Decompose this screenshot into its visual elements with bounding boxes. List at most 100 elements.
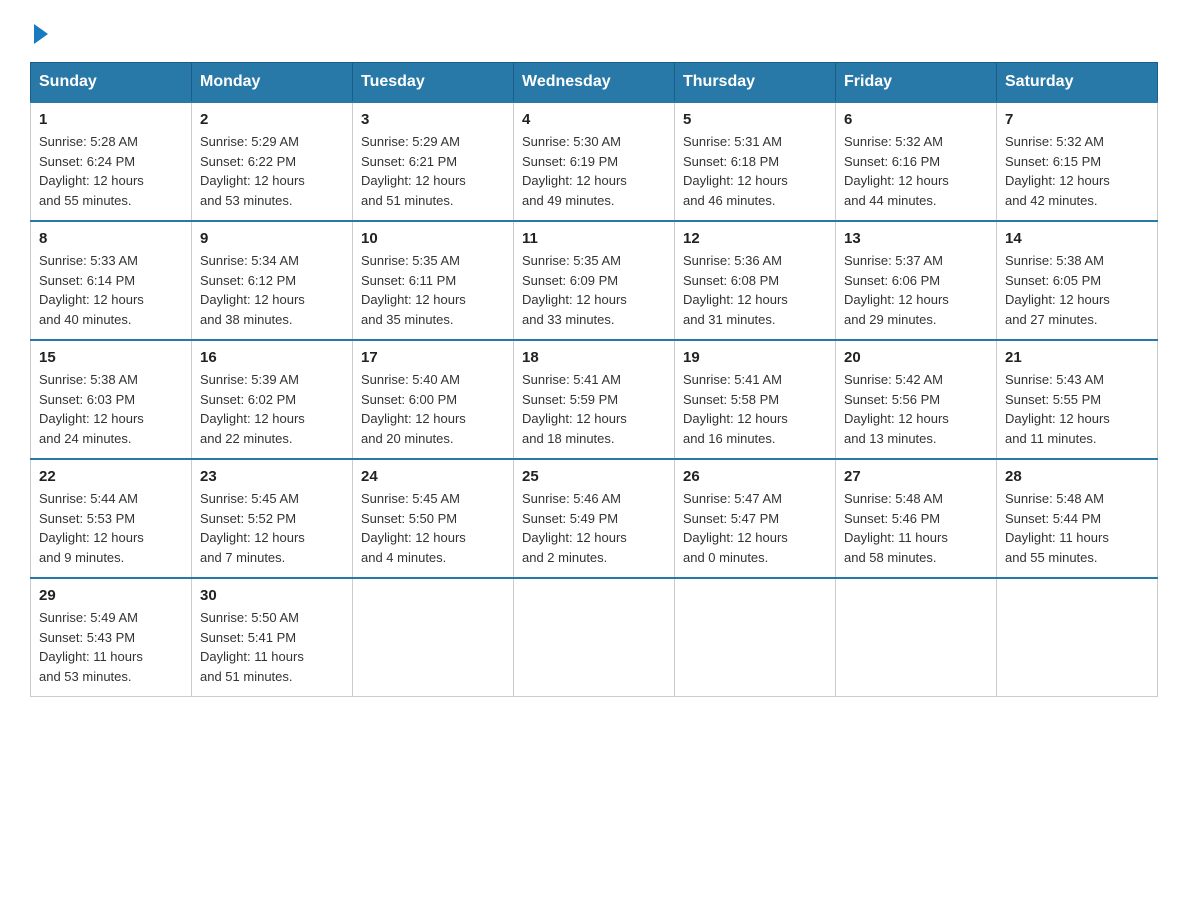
day-number: 29 [39, 587, 183, 604]
column-header-wednesday: Wednesday [514, 63, 675, 103]
day-cell-28: 28 Sunrise: 5:48 AMSunset: 5:44 PMDaylig… [997, 459, 1158, 578]
day-info: Sunrise: 5:41 AMSunset: 5:58 PMDaylight:… [683, 370, 827, 448]
day-cell-5: 5 Sunrise: 5:31 AMSunset: 6:18 PMDayligh… [675, 102, 836, 221]
day-info: Sunrise: 5:32 AMSunset: 6:16 PMDaylight:… [844, 132, 988, 210]
column-header-friday: Friday [836, 63, 997, 103]
day-number: 5 [683, 111, 827, 128]
day-cell-4: 4 Sunrise: 5:30 AMSunset: 6:19 PMDayligh… [514, 102, 675, 221]
day-cell-15: 15 Sunrise: 5:38 AMSunset: 6:03 PMDaylig… [31, 340, 192, 459]
day-cell-6: 6 Sunrise: 5:32 AMSunset: 6:16 PMDayligh… [836, 102, 997, 221]
day-number: 24 [361, 468, 505, 485]
day-info: Sunrise: 5:49 AMSunset: 5:43 PMDaylight:… [39, 608, 183, 686]
day-info: Sunrise: 5:42 AMSunset: 5:56 PMDaylight:… [844, 370, 988, 448]
empty-cell [997, 578, 1158, 697]
logo [30, 20, 48, 44]
day-info: Sunrise: 5:28 AMSunset: 6:24 PMDaylight:… [39, 132, 183, 210]
day-cell-3: 3 Sunrise: 5:29 AMSunset: 6:21 PMDayligh… [353, 102, 514, 221]
day-number: 25 [522, 468, 666, 485]
day-cell-1: 1 Sunrise: 5:28 AMSunset: 6:24 PMDayligh… [31, 102, 192, 221]
day-cell-10: 10 Sunrise: 5:35 AMSunset: 6:11 PMDaylig… [353, 221, 514, 340]
day-cell-2: 2 Sunrise: 5:29 AMSunset: 6:22 PMDayligh… [192, 102, 353, 221]
day-number: 17 [361, 349, 505, 366]
day-cell-7: 7 Sunrise: 5:32 AMSunset: 6:15 PMDayligh… [997, 102, 1158, 221]
day-info: Sunrise: 5:40 AMSunset: 6:00 PMDaylight:… [361, 370, 505, 448]
day-cell-9: 9 Sunrise: 5:34 AMSunset: 6:12 PMDayligh… [192, 221, 353, 340]
day-info: Sunrise: 5:43 AMSunset: 5:55 PMDaylight:… [1005, 370, 1149, 448]
day-info: Sunrise: 5:34 AMSunset: 6:12 PMDaylight:… [200, 251, 344, 329]
day-cell-23: 23 Sunrise: 5:45 AMSunset: 5:52 PMDaylig… [192, 459, 353, 578]
column-header-thursday: Thursday [675, 63, 836, 103]
day-number: 7 [1005, 111, 1149, 128]
day-number: 11 [522, 230, 666, 247]
calendar-table: SundayMondayTuesdayWednesdayThursdayFrid… [30, 62, 1158, 697]
day-number: 20 [844, 349, 988, 366]
day-cell-21: 21 Sunrise: 5:43 AMSunset: 5:55 PMDaylig… [997, 340, 1158, 459]
day-cell-25: 25 Sunrise: 5:46 AMSunset: 5:49 PMDaylig… [514, 459, 675, 578]
calendar-header-row: SundayMondayTuesdayWednesdayThursdayFrid… [31, 63, 1158, 103]
day-number: 30 [200, 587, 344, 604]
column-header-saturday: Saturday [997, 63, 1158, 103]
day-info: Sunrise: 5:35 AMSunset: 6:11 PMDaylight:… [361, 251, 505, 329]
day-cell-18: 18 Sunrise: 5:41 AMSunset: 5:59 PMDaylig… [514, 340, 675, 459]
day-info: Sunrise: 5:35 AMSunset: 6:09 PMDaylight:… [522, 251, 666, 329]
empty-cell [836, 578, 997, 697]
day-cell-19: 19 Sunrise: 5:41 AMSunset: 5:58 PMDaylig… [675, 340, 836, 459]
day-cell-14: 14 Sunrise: 5:38 AMSunset: 6:05 PMDaylig… [997, 221, 1158, 340]
week-row-4: 22 Sunrise: 5:44 AMSunset: 5:53 PMDaylig… [31, 459, 1158, 578]
empty-cell [514, 578, 675, 697]
page-header [30, 20, 1158, 44]
day-info: Sunrise: 5:36 AMSunset: 6:08 PMDaylight:… [683, 251, 827, 329]
day-number: 21 [1005, 349, 1149, 366]
day-number: 10 [361, 230, 505, 247]
day-info: Sunrise: 5:44 AMSunset: 5:53 PMDaylight:… [39, 489, 183, 567]
day-info: Sunrise: 5:30 AMSunset: 6:19 PMDaylight:… [522, 132, 666, 210]
column-header-monday: Monday [192, 63, 353, 103]
day-cell-11: 11 Sunrise: 5:35 AMSunset: 6:09 PMDaylig… [514, 221, 675, 340]
empty-cell [675, 578, 836, 697]
empty-cell [353, 578, 514, 697]
day-info: Sunrise: 5:47 AMSunset: 5:47 PMDaylight:… [683, 489, 827, 567]
day-cell-29: 29 Sunrise: 5:49 AMSunset: 5:43 PMDaylig… [31, 578, 192, 697]
day-number: 16 [200, 349, 344, 366]
week-row-3: 15 Sunrise: 5:38 AMSunset: 6:03 PMDaylig… [31, 340, 1158, 459]
day-cell-12: 12 Sunrise: 5:36 AMSunset: 6:08 PMDaylig… [675, 221, 836, 340]
day-number: 9 [200, 230, 344, 247]
day-number: 13 [844, 230, 988, 247]
day-number: 6 [844, 111, 988, 128]
day-cell-30: 30 Sunrise: 5:50 AMSunset: 5:41 PMDaylig… [192, 578, 353, 697]
day-number: 28 [1005, 468, 1149, 485]
day-info: Sunrise: 5:31 AMSunset: 6:18 PMDaylight:… [683, 132, 827, 210]
day-number: 22 [39, 468, 183, 485]
day-number: 19 [683, 349, 827, 366]
day-number: 1 [39, 111, 183, 128]
day-cell-27: 27 Sunrise: 5:48 AMSunset: 5:46 PMDaylig… [836, 459, 997, 578]
week-row-1: 1 Sunrise: 5:28 AMSunset: 6:24 PMDayligh… [31, 102, 1158, 221]
day-number: 18 [522, 349, 666, 366]
day-number: 15 [39, 349, 183, 366]
column-header-sunday: Sunday [31, 63, 192, 103]
day-cell-22: 22 Sunrise: 5:44 AMSunset: 5:53 PMDaylig… [31, 459, 192, 578]
logo-arrow-icon [34, 24, 48, 44]
day-info: Sunrise: 5:39 AMSunset: 6:02 PMDaylight:… [200, 370, 344, 448]
day-info: Sunrise: 5:48 AMSunset: 5:44 PMDaylight:… [1005, 489, 1149, 567]
day-number: 2 [200, 111, 344, 128]
day-cell-24: 24 Sunrise: 5:45 AMSunset: 5:50 PMDaylig… [353, 459, 514, 578]
day-number: 12 [683, 230, 827, 247]
day-info: Sunrise: 5:38 AMSunset: 6:03 PMDaylight:… [39, 370, 183, 448]
day-info: Sunrise: 5:38 AMSunset: 6:05 PMDaylight:… [1005, 251, 1149, 329]
day-number: 3 [361, 111, 505, 128]
day-cell-8: 8 Sunrise: 5:33 AMSunset: 6:14 PMDayligh… [31, 221, 192, 340]
day-cell-20: 20 Sunrise: 5:42 AMSunset: 5:56 PMDaylig… [836, 340, 997, 459]
day-info: Sunrise: 5:45 AMSunset: 5:50 PMDaylight:… [361, 489, 505, 567]
day-info: Sunrise: 5:37 AMSunset: 6:06 PMDaylight:… [844, 251, 988, 329]
day-number: 26 [683, 468, 827, 485]
column-header-tuesday: Tuesday [353, 63, 514, 103]
week-row-5: 29 Sunrise: 5:49 AMSunset: 5:43 PMDaylig… [31, 578, 1158, 697]
day-number: 23 [200, 468, 344, 485]
day-number: 27 [844, 468, 988, 485]
day-number: 4 [522, 111, 666, 128]
day-info: Sunrise: 5:41 AMSunset: 5:59 PMDaylight:… [522, 370, 666, 448]
day-info: Sunrise: 5:48 AMSunset: 5:46 PMDaylight:… [844, 489, 988, 567]
day-number: 8 [39, 230, 183, 247]
day-info: Sunrise: 5:45 AMSunset: 5:52 PMDaylight:… [200, 489, 344, 567]
